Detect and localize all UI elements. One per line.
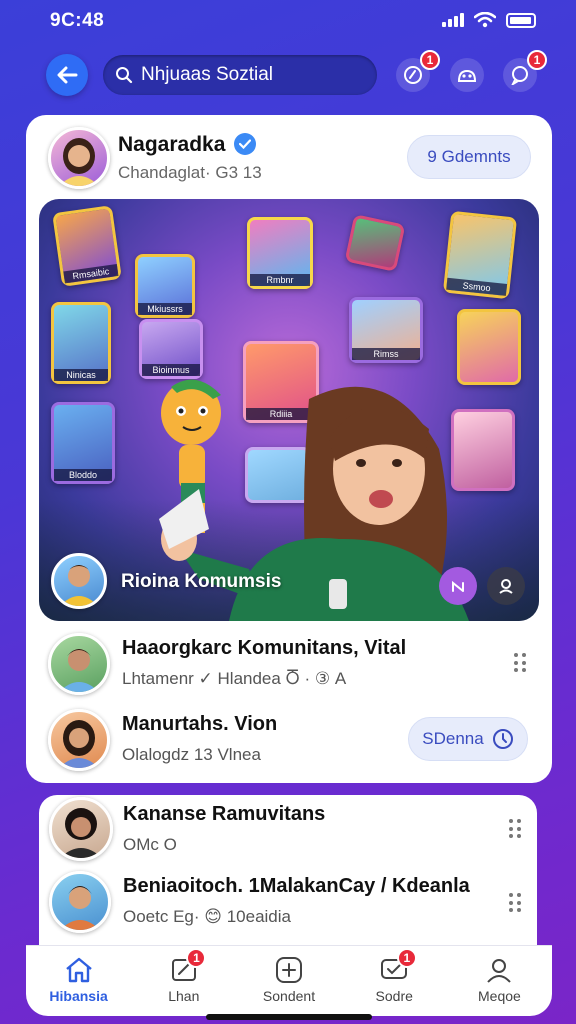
image-tile bbox=[344, 214, 406, 272]
list-item[interactable]: Kananse Ramuvitans OMc O bbox=[49, 797, 527, 863]
home-indicator bbox=[206, 1014, 372, 1020]
status-icons bbox=[442, 12, 536, 28]
tab-label: Hibansia bbox=[49, 988, 108, 1004]
schedule-button[interactable]: SDenna bbox=[408, 717, 528, 761]
list-avatar bbox=[49, 797, 113, 861]
image-tile: Ninicas bbox=[51, 302, 111, 384]
list-avatar bbox=[48, 633, 110, 695]
list-item-subtitle: Ooetc Eg· 😊 10eaidia bbox=[123, 907, 291, 926]
list-avatar bbox=[49, 871, 111, 933]
notifications-button[interactable]: 1 bbox=[396, 50, 440, 92]
profile-header: Nagaradka Chandaglat· G3 13 9 Gdemnts bbox=[48, 127, 532, 193]
schedule-label: SDenna bbox=[422, 729, 484, 748]
clock-icon bbox=[492, 729, 513, 749]
share-button[interactable] bbox=[439, 567, 477, 605]
person-icon bbox=[59, 138, 99, 186]
chat-icon bbox=[511, 66, 528, 85]
home-icon bbox=[65, 957, 92, 983]
tab-badge: 1 bbox=[396, 948, 417, 968]
back-button[interactable] bbox=[46, 54, 88, 96]
list-item[interactable]: Manurtahs. Vion Olalogdz 13 Vlnea SDenna bbox=[48, 707, 532, 773]
list-item-title: Manurtahs. Vion bbox=[122, 713, 278, 735]
image-tile: Ssmoo bbox=[442, 210, 518, 300]
messages-badge: 1 bbox=[527, 50, 547, 70]
list-item-subtitle: Olalogdz 13 Vlnea bbox=[122, 745, 261, 764]
wifi-icon bbox=[474, 12, 496, 28]
tab-label: Sodre bbox=[375, 988, 413, 1004]
verified-icon bbox=[234, 133, 256, 155]
list-item-title: Haaorgkarc Komunitans, Vital bbox=[122, 637, 407, 659]
profile-view-button[interactable] bbox=[487, 567, 525, 605]
secondary-card: Kananse Ramuvitans OMc O Beniaoitoch. 1M… bbox=[39, 795, 537, 955]
profile-icon bbox=[487, 959, 512, 983]
tab-badge: 1 bbox=[186, 948, 207, 968]
tab-label: Lhan bbox=[168, 988, 200, 1004]
image-tile: Rimss bbox=[349, 297, 423, 363]
signal-icon bbox=[442, 13, 464, 27]
more-options-icon[interactable] bbox=[514, 653, 526, 673]
people-icon bbox=[457, 69, 477, 82]
messages-button[interactable]: 1 bbox=[503, 50, 547, 92]
list-item-subtitle: Lhtamenr ✓ Hlandea Ⴃ · ③ A bbox=[122, 669, 347, 688]
search-input[interactable]: Nhjuaas Soztial bbox=[103, 55, 377, 95]
status-time: 9C:48 bbox=[50, 10, 105, 31]
documents-button[interactable]: 9 Gdemnts bbox=[407, 135, 531, 179]
profile-avatar[interactable] bbox=[48, 127, 110, 189]
image-tile: Rmsaibic bbox=[52, 205, 122, 287]
list-item[interactable]: Beniaoitoch. 1MalakanCay / Kdeanla Ooetc… bbox=[49, 869, 527, 935]
profile-subtitle: Chandaglat· G3 13 bbox=[118, 163, 262, 182]
hero-caption: Rioina Komumsis bbox=[121, 571, 282, 592]
tab-profile[interactable]: Meqoe bbox=[447, 946, 552, 1016]
bell-icon bbox=[404, 66, 422, 84]
list-item-title: Kananse Ramuvitans bbox=[123, 803, 326, 825]
person-icon bbox=[60, 808, 102, 858]
list-item-subtitle: OMc O bbox=[123, 835, 177, 854]
search-text: Nhjuaas Soztial bbox=[141, 64, 274, 85]
person-icon bbox=[60, 886, 100, 930]
more-options-icon[interactable] bbox=[509, 819, 521, 839]
tab-edit[interactable]: 1 Lhan bbox=[131, 946, 236, 1016]
list-avatar bbox=[48, 709, 110, 771]
share-icon bbox=[452, 580, 464, 592]
tab-messages[interactable]: 1 Sodre bbox=[342, 946, 447, 1016]
hero-image[interactable]: Rmsaibic Mkiussrs Rmbnr Ssmoo Ninicas Bi… bbox=[39, 199, 539, 621]
more-options-icon[interactable] bbox=[509, 893, 521, 913]
list-item-title: Beniaoitoch. 1MalakanCay / Kdeanla bbox=[123, 875, 470, 897]
status-bar: 9C:48 bbox=[0, 0, 576, 44]
image-tile: Mkiussrs bbox=[135, 254, 195, 318]
profile-name: Nagaradka bbox=[118, 133, 226, 156]
tab-label: Sondent bbox=[262, 988, 316, 1004]
image-tile: Rmbnr bbox=[247, 217, 313, 289]
person-icon bbox=[59, 649, 99, 692]
search-icon bbox=[116, 67, 133, 84]
person-icon bbox=[59, 720, 99, 768]
top-bar: Nhjuaas Soztial 1 1 bbox=[0, 50, 576, 98]
hero-avatar[interactable] bbox=[51, 553, 107, 609]
tab-label: Meqoe bbox=[478, 988, 521, 1004]
tab-home[interactable]: Hibansia bbox=[26, 946, 131, 1016]
main-card: Nagaradka Chandaglat· G3 13 9 Gdemnts Rm… bbox=[26, 115, 552, 783]
tab-add[interactable]: Sondent bbox=[236, 946, 341, 1016]
battery-icon bbox=[506, 12, 536, 28]
list-item[interactable]: Haaorgkarc Komunitans, Vital Lhtamenr ✓ … bbox=[48, 631, 532, 697]
documents-label: 9 Gdemnts bbox=[427, 147, 511, 166]
image-tile: Bloddo bbox=[51, 402, 115, 484]
arrow-left-icon bbox=[57, 66, 78, 84]
tab-bar: Hibansia 1 Lhan Sondent 1 Sodre Meqoe bbox=[26, 945, 552, 1016]
person-icon bbox=[60, 565, 98, 606]
notification-badge: 1 bbox=[420, 50, 440, 70]
groups-button[interactable] bbox=[450, 58, 484, 92]
user-icon bbox=[499, 579, 513, 594]
add-icon bbox=[276, 957, 302, 983]
